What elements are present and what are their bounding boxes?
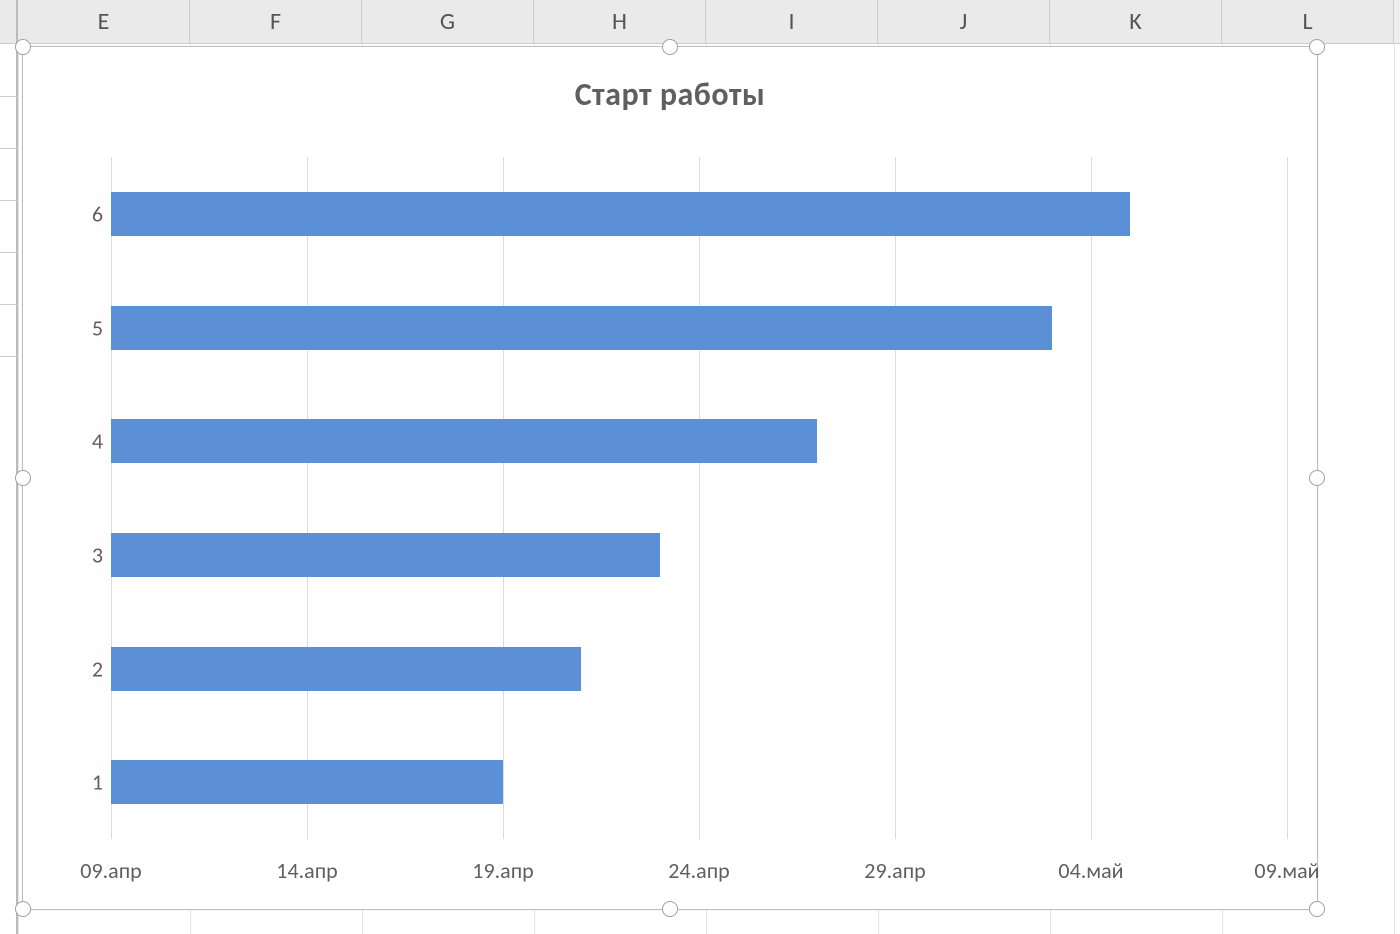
x-tick-label: 04.май <box>1058 857 1123 884</box>
bar[interactable] <box>111 760 503 804</box>
col-header[interactable]: F <box>190 0 362 43</box>
gridline <box>111 157 112 839</box>
col-header[interactable]: K <box>1050 0 1222 43</box>
x-axis: 09.апр14.апр19.апр24.апр29.апр04.май09.м… <box>63 857 1287 887</box>
x-tick-label: 14.апр <box>276 857 337 884</box>
resize-handle-icon[interactable] <box>1309 39 1325 55</box>
resize-handle-icon[interactable] <box>15 901 31 917</box>
y-tick-label: 2 <box>63 655 103 682</box>
x-tick-label: 09.апр <box>80 857 141 884</box>
col-header[interactable]: L <box>1222 0 1394 43</box>
x-tick-label: 09.май <box>1254 857 1319 884</box>
gridline <box>307 157 308 839</box>
chart-object[interactable]: Старт работы 6 5 4 3 2 1 09.апр 14.апр 19.апр 24… <box>22 46 1318 910</box>
bar[interactable] <box>111 306 1052 350</box>
x-tick-label: 29.апр <box>864 857 925 884</box>
gridline <box>503 157 504 839</box>
y-tick-label: 5 <box>63 314 103 341</box>
col-header[interactable]: E <box>18 0 190 43</box>
y-tick-label: 1 <box>63 769 103 796</box>
bar[interactable] <box>111 192 1130 236</box>
col-header[interactable]: I <box>706 0 878 43</box>
resize-handle-icon[interactable] <box>15 39 31 55</box>
resize-handle-icon[interactable] <box>1309 901 1325 917</box>
gridline <box>699 157 700 839</box>
gridline <box>1091 157 1092 839</box>
x-tick-label: 24.апр <box>668 857 729 884</box>
y-tick-label: 3 <box>63 541 103 568</box>
plot-area[interactable]: 6 5 4 3 2 1 <box>63 157 1287 839</box>
gridline <box>895 157 896 839</box>
column-headers: E F G H I J K L <box>0 0 1400 44</box>
bar[interactable] <box>111 419 817 463</box>
row-header-gutter <box>0 0 18 43</box>
x-tick-label: 19.апр <box>472 857 533 884</box>
col-header[interactable]: G <box>362 0 534 43</box>
y-tick-label: 4 <box>63 428 103 455</box>
resize-handle-icon[interactable] <box>1309 470 1325 486</box>
col-header[interactable]: H <box>534 0 706 43</box>
gridline <box>1287 157 1288 839</box>
resize-handle-icon[interactable] <box>662 39 678 55</box>
y-tick-label: 6 <box>63 200 103 227</box>
resize-handle-icon[interactable] <box>15 470 31 486</box>
resize-handle-icon[interactable] <box>662 901 678 917</box>
chart-title[interactable]: Старт работы <box>23 47 1317 134</box>
col-header[interactable]: J <box>878 0 1050 43</box>
bar[interactable] <box>111 647 581 691</box>
bar[interactable] <box>111 533 660 577</box>
